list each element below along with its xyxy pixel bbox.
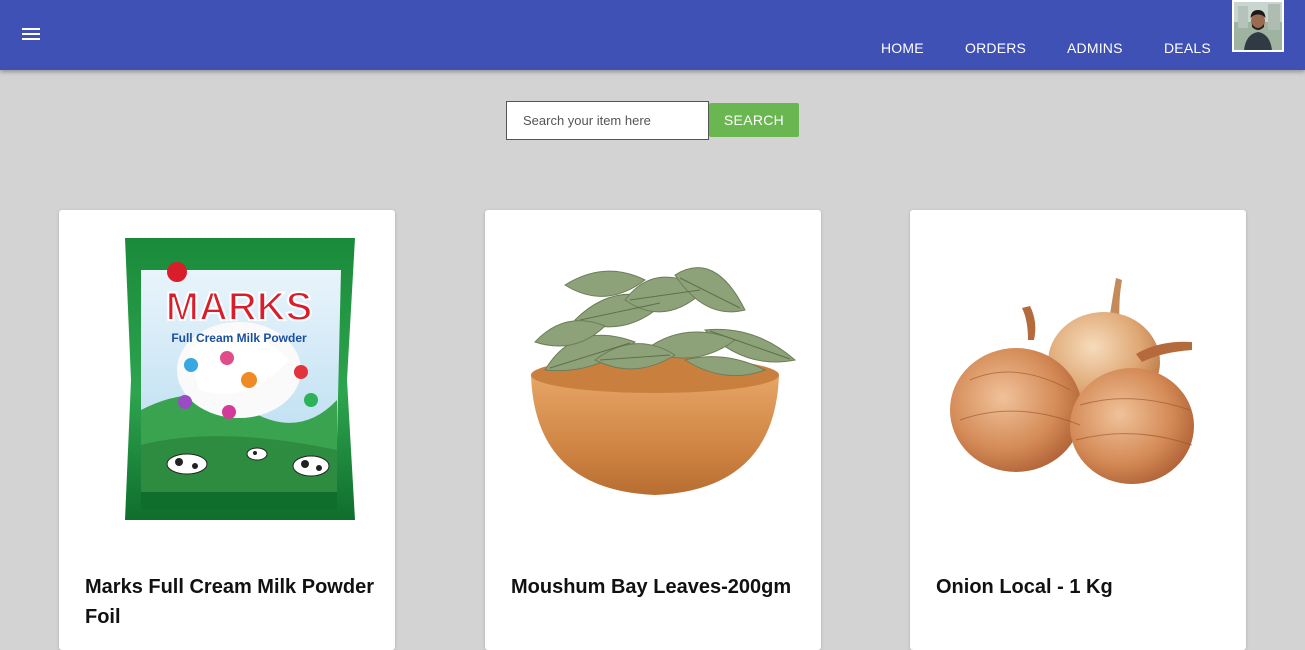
user-photo [1234, 2, 1282, 50]
app-bar: HOME ORDERS ADMINS DEALS [0, 0, 1305, 70]
product-title: Marks Full Cream Milk Powder Foil [85, 576, 374, 628]
product-card[interactable]: MARKS Full Cream Milk Powder Marks Full … [59, 210, 395, 650]
product-image-milk-powder: MARKS Full Cream Milk Powder [125, 238, 355, 520]
search-button[interactable]: SEARCH [709, 103, 799, 137]
product-image-onions [930, 278, 1226, 530]
svg-text:Full Cream Milk Powder: Full Cream Milk Powder [171, 331, 307, 345]
search-input[interactable] [506, 101, 709, 140]
nav-admins-link[interactable]: ADMINS [1067, 40, 1123, 56]
nav-orders-link[interactable]: ORDERS [965, 40, 1026, 56]
product-card[interactable]: Onion Local - 1 Kg [910, 210, 1246, 650]
product-title: Moushum Bay Leaves-200gm [511, 576, 792, 598]
top-nav: HOME ORDERS ADMINS DEALS [0, 40, 1305, 58]
svg-text:MARKS: MARKS [166, 285, 313, 329]
user-avatar[interactable] [1232, 0, 1284, 52]
nav-home-link[interactable]: HOME [881, 40, 924, 56]
product-title: Onion Local - 1 Kg [936, 576, 1113, 598]
nav-deals-link[interactable]: DEALS [1164, 40, 1211, 56]
product-image-bay-leaves [531, 267, 797, 495]
product-card[interactable]: Moushum Bay Leaves-200gm [485, 210, 821, 650]
